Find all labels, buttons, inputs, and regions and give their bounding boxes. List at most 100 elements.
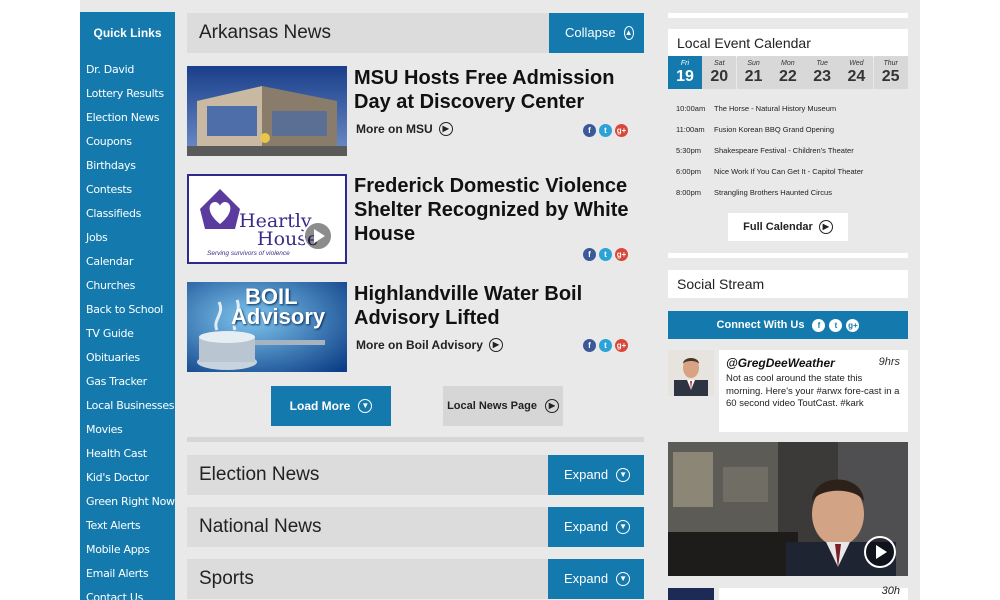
calendar-day[interactable]: Tue 23 [805, 56, 840, 89]
quick-link-item[interactable]: Contact Us [80, 586, 175, 600]
collapse-label: Collapse [565, 25, 616, 40]
story-headline[interactable]: MSU Hosts Free Admission Day at Discover… [354, 66, 644, 114]
calendar-event-list: 10:00am The Horse - Natural History Museu… [668, 92, 908, 212]
quick-link-item[interactable]: Calendar [80, 250, 175, 274]
calendar-day[interactable]: Sun 21 [736, 56, 771, 89]
calendar-day[interactable]: Mon 22 [770, 56, 805, 89]
full-calendar-button[interactable]: Full Calendar ▶ [728, 213, 848, 241]
tweet-body: @GregDeeWeather 9hrs Not as cool around … [719, 350, 908, 432]
quick-link-item[interactable]: Churches [80, 274, 175, 298]
calendar-event[interactable]: 10:00am The Horse - Natural History Museu… [676, 104, 836, 113]
national-news-header: National News Expand ▼ [187, 507, 644, 547]
calendar-event[interactable]: 11:00am Fusion Korean BBQ Grand Opening [676, 125, 834, 134]
quick-link-item[interactable]: Mobile Apps [80, 538, 175, 562]
quick-link-item[interactable]: Dr. David [80, 58, 175, 82]
calendar-day-name: Sat [714, 60, 725, 67]
expand-label: Expand [564, 467, 609, 482]
story-thumbnail[interactable]: Heartly House Serving survivors of viole… [187, 174, 347, 264]
right-column: Local Event Calendar Fri 19 Sat 20 Sun 21 Mon 2… [668, 0, 908, 600]
quick-link-item[interactable]: Local Businesses [80, 394, 175, 418]
expand-label: Expand [564, 571, 609, 586]
story-card[interactable]: MSU Hosts Free Admission Day at Discover… [187, 66, 644, 158]
quick-link-item[interactable]: Text Alerts [80, 514, 175, 538]
next-tweet-card[interactable]: 30h [668, 585, 908, 600]
avatar[interactable] [668, 350, 714, 396]
quick-link-item[interactable]: TV Guide [80, 322, 175, 346]
expand-button[interactable]: Expand ▼ [548, 559, 644, 599]
play-button-icon[interactable] [864, 536, 896, 568]
story-headline[interactable]: Frederick Domestic Violence Shelter Reco… [354, 174, 644, 246]
twitter-icon[interactable]: t [829, 318, 843, 332]
quick-link-item[interactable]: Green Right Now [80, 490, 175, 514]
google-plus-icon[interactable]: g+ [615, 124, 628, 137]
arrow-down-icon: ▼ [358, 399, 373, 413]
twitter-icon[interactable]: t [599, 248, 612, 261]
expand-button[interactable]: Expand ▼ [548, 507, 644, 547]
facebook-icon[interactable]: f [583, 124, 596, 137]
full-calendar-label: Full Calendar [743, 221, 813, 233]
quick-link-item[interactable]: Back to School [80, 298, 175, 322]
connect-label: Connect With Us [716, 319, 805, 331]
calendar-event[interactable]: 5:30pm Shakespeare Festival - Children's … [676, 146, 854, 155]
calendar-event[interactable]: 6:00pm Nice Work If You Can Get It - Capi… [676, 167, 863, 176]
more-on-msu-link[interactable]: More on MSU ▶ [356, 122, 453, 136]
story-card[interactable]: BOIL Advisory Highlandville Water Boil A… [187, 282, 644, 374]
share-icons: f t g+ [583, 339, 628, 352]
avatar[interactable] [668, 588, 714, 600]
quick-link-item[interactable]: Lottery Results [80, 82, 175, 106]
calendar-day[interactable]: Wed 24 [839, 56, 874, 89]
quick-link-item[interactable]: Gas Tracker [80, 370, 175, 394]
quick-link-item[interactable]: Health Cast [80, 442, 175, 466]
more-link-label: More on Boil Advisory [356, 338, 483, 352]
video-card[interactable] [668, 442, 908, 576]
google-plus-icon[interactable]: g+ [615, 248, 628, 261]
quick-link-item[interactable]: Classifieds [80, 202, 175, 226]
calendar-day[interactable]: Fri 19 [668, 56, 702, 89]
collapse-button[interactable]: Collapse ▲ [549, 13, 644, 53]
quick-link-item[interactable]: Movies [80, 418, 175, 442]
calendar-day-name: Sun [747, 60, 760, 67]
facebook-icon[interactable]: f [812, 318, 826, 332]
quick-link-item[interactable]: Birthdays [80, 154, 175, 178]
twitter-icon[interactable]: t [599, 339, 612, 352]
calendar-event[interactable]: 8:00pm Strangling Brothers Haunted Circus [676, 188, 832, 197]
google-plus-icon[interactable]: g+ [615, 339, 628, 352]
election-news-header: Election News Expand ▼ [187, 455, 644, 495]
quick-link-item[interactable]: Obituaries [80, 346, 175, 370]
quick-link-item[interactable]: Contests [80, 178, 175, 202]
calendar-day-number: 25 [881, 68, 900, 85]
google-plus-icon[interactable]: g+ [846, 318, 860, 332]
quick-link-item[interactable]: Jobs [80, 226, 175, 250]
tweet-time: 30h [881, 585, 900, 597]
load-more-button[interactable]: Load More ▼ [271, 386, 391, 426]
quick-link-item[interactable]: Coupons [80, 130, 175, 154]
section-divider [668, 253, 908, 258]
story-card[interactable]: Heartly House Serving survivors of viole… [187, 174, 644, 266]
facebook-icon[interactable]: f [583, 248, 596, 261]
calendar-day[interactable]: Sat 20 [702, 56, 737, 89]
twitter-icon[interactable]: t [599, 124, 612, 137]
story-headline[interactable]: Highlandville Water Boil Advisory Lifted [354, 282, 644, 330]
more-link-label: More on MSU [356, 122, 433, 136]
more-on-boil-advisory-link[interactable]: More on Boil Advisory ▶ [356, 338, 503, 352]
calendar-day[interactable]: Thur 25 [873, 56, 908, 89]
calendar-day-number: 20 [710, 68, 729, 85]
calendar-day-number: 24 [847, 68, 866, 85]
story-thumbnail[interactable] [187, 66, 347, 156]
facebook-icon[interactable]: f [583, 339, 596, 352]
thumb-headline-text: Advisory [231, 304, 326, 329]
section-divider [187, 437, 644, 442]
event-time: 11:00am [676, 125, 705, 134]
quick-link-item[interactable]: Email Alerts [80, 562, 175, 586]
quick-link-item[interactable]: Kid's Doctor [80, 466, 175, 490]
play-button-icon[interactable] [303, 221, 333, 251]
tweet-handle[interactable]: @GregDeeWeather [726, 356, 901, 370]
calendar-day-number: 23 [813, 68, 832, 85]
tweet-card[interactable]: @GregDeeWeather 9hrs Not as cool around … [668, 350, 908, 432]
expand-button[interactable]: Expand ▼ [548, 455, 644, 495]
load-more-label: Load More [289, 399, 351, 413]
local-news-page-button[interactable]: Local News Page ▶ [443, 386, 563, 426]
story-thumbnail[interactable]: BOIL Advisory [187, 282, 347, 372]
quick-link-item[interactable]: Election News [80, 106, 175, 130]
share-icons: f t g+ [583, 248, 628, 261]
